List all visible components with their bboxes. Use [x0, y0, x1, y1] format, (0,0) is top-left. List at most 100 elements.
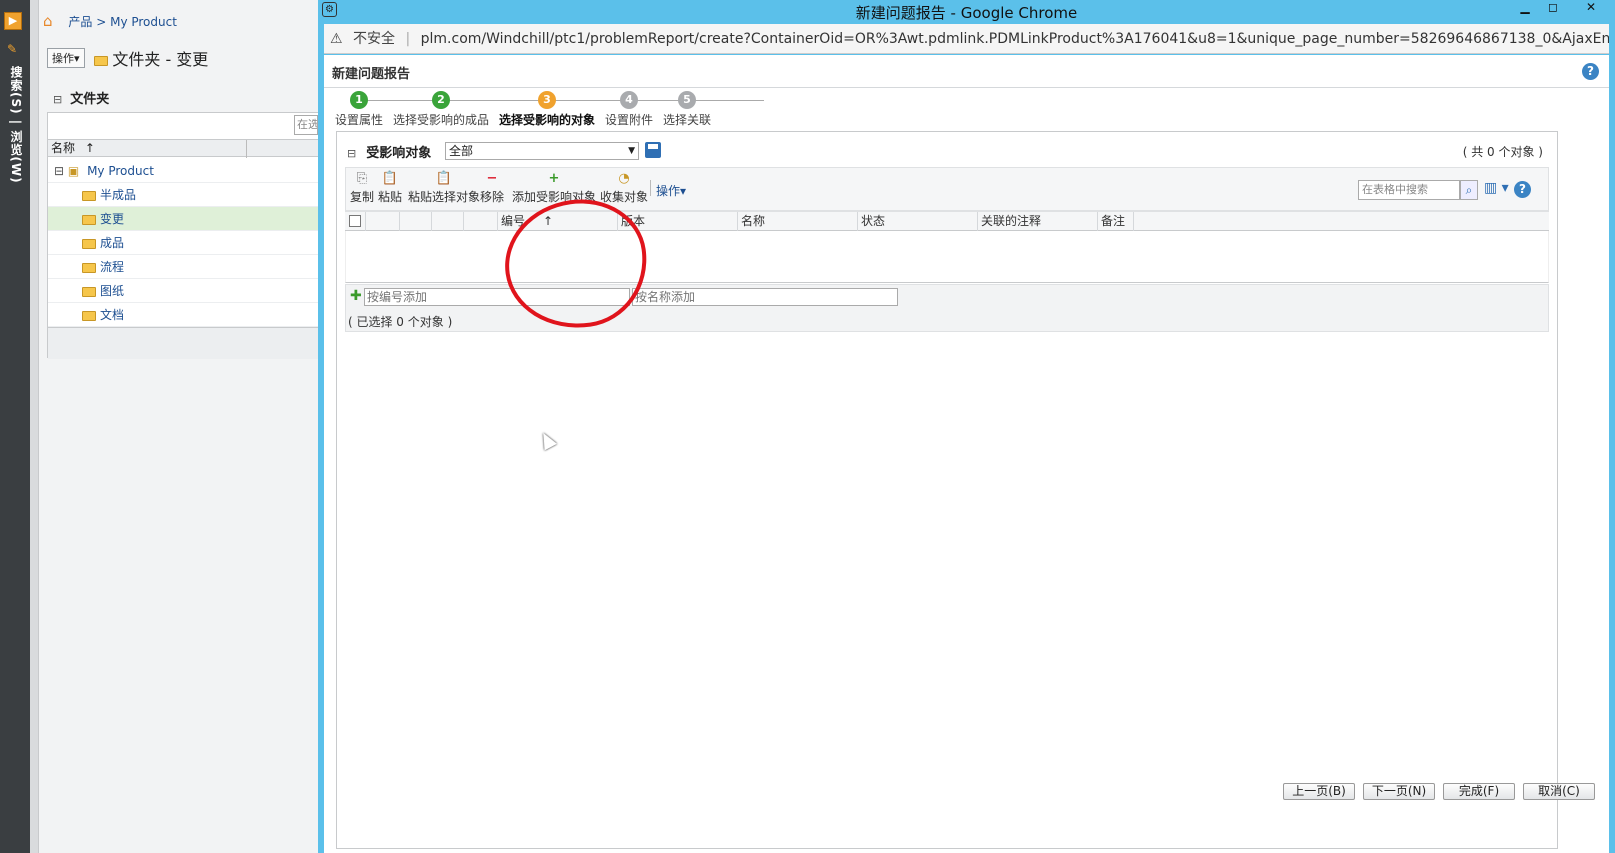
table-help-icon[interactable]: ?: [1514, 181, 1531, 198]
folder-icon: [82, 310, 96, 321]
tree-item-label[interactable]: 文档: [100, 308, 124, 322]
tree-item-label[interactable]: 成品: [100, 236, 124, 250]
rail-divider: [30, 0, 38, 853]
search-icon[interactable]: ⌕: [1460, 180, 1478, 200]
finish-button[interactable]: 完成(F): [1443, 783, 1515, 800]
prev-button[interactable]: 上一页(B): [1283, 783, 1355, 800]
folder-icon: [82, 238, 96, 249]
wizard-steps: 1 设置属性 2 选择受影响的成品 3 选择受影响的对象 4 设置附件 5 选择…: [334, 91, 764, 131]
add-row-icon[interactable]: ✚: [350, 288, 362, 304]
step-3-label[interactable]: 选择受影响的对象: [498, 111, 596, 128]
paste-selected-label: 粘贴选择对象: [408, 190, 481, 204]
breadcrumb-current[interactable]: My Product: [110, 15, 177, 29]
add-by-name-input[interactable]: [632, 288, 898, 306]
tree-item-label[interactable]: 流程: [100, 260, 124, 274]
collapse-toggle-icon[interactable]: ⊟: [347, 147, 356, 160]
folder-icon: [82, 286, 96, 297]
folder-header: 操作▾ 文件夹 - 变更: [47, 46, 319, 72]
next-button[interactable]: 下一页(N): [1363, 783, 1435, 800]
column-header-blank[interactable]: [399, 212, 431, 231]
tree-row[interactable]: 流程: [48, 255, 320, 279]
step-1-badge: 1: [350, 91, 368, 109]
cancel-button[interactable]: 取消(C): [1523, 783, 1595, 800]
tree-row[interactable]: 文档: [48, 303, 320, 327]
view-filter-select[interactable]: 全部 ▼: [445, 142, 639, 160]
minimize-button[interactable]: ▁: [1514, 0, 1536, 16]
page-title: 文件夹 - 变更: [94, 46, 208, 70]
paste-selected-button[interactable]: 📋 粘贴选择对象: [408, 170, 480, 205]
home-icon[interactable]: ⌂: [43, 12, 53, 30]
remove-button[interactable]: − 移除: [480, 170, 504, 205]
url-text[interactable]: plm.com/Windchill/ptc1/problemReport/cre…: [421, 31, 1609, 47]
tree-root-label[interactable]: My Product: [87, 164, 154, 178]
tree-item-label[interactable]: 半成品: [100, 188, 136, 202]
collect-objects-button[interactable]: ◔ 收集对象: [600, 170, 648, 205]
tree-row[interactable]: 图纸: [48, 279, 320, 303]
rail-search-browse-label[interactable]: 搜索(S) | 浏览(W): [5, 66, 25, 184]
add-icon: +: [548, 171, 560, 186]
column-header-name[interactable]: 名称: [737, 212, 857, 231]
warning-icon[interactable]: ⚠: [330, 31, 343, 47]
step-5[interactable]: 5 选择关联: [662, 91, 712, 128]
column-header-blank[interactable]: [431, 212, 463, 231]
folder-icon: [82, 190, 96, 201]
tree-row-root[interactable]: ⊟ ▣ My Product: [48, 159, 320, 183]
step-4[interactable]: 4 设置附件: [604, 91, 654, 128]
tree-row-selected[interactable]: 变更: [48, 207, 320, 231]
step-1[interactable]: 1 设置属性: [334, 91, 384, 128]
expand-icon[interactable]: ▶: [4, 12, 22, 30]
breadcrumb: ⌂ 产品 > My Product: [43, 12, 177, 30]
step-2[interactable]: 2 选择受影响的成品: [392, 91, 490, 128]
step-5-badge: 5: [678, 91, 696, 109]
select-all-checkbox[interactable]: [349, 215, 361, 227]
collapse-toggle-icon[interactable]: ⊟: [53, 93, 62, 106]
step-2-badge: 2: [432, 91, 450, 109]
copy-button[interactable]: ⎘ 复制: [350, 170, 374, 205]
sort-asc-icon: ↑: [84, 141, 95, 155]
step-3-current[interactable]: 3 选择受影响的对象: [498, 91, 596, 128]
save-view-icon[interactable]: [645, 142, 661, 158]
background-page: ⌂ 产品 > My Product 操作▾ 文件夹 - 变更 ⊟ 文件夹 在选 名…: [38, 0, 320, 853]
column-header-remarks[interactable]: 备注: [1097, 212, 1133, 231]
step-5-label[interactable]: 选择关联: [662, 111, 712, 128]
folder-search-input[interactable]: 在选: [294, 115, 318, 135]
close-button[interactable]: ✕: [1574, 0, 1608, 16]
paste-label: 粘贴: [378, 190, 403, 204]
column-menu-icon[interactable]: ▥ ▾: [1484, 180, 1509, 196]
window-title: 新建问题报告 - Google Chrome: [855, 4, 1078, 22]
column-header-blank[interactable]: [365, 212, 399, 231]
folder-table-header[interactable]: 名称 ↑: [48, 139, 320, 158]
step-2-label[interactable]: 选择受影响的成品: [392, 111, 490, 128]
table-search-input[interactable]: 在表格中搜索: [1358, 180, 1460, 200]
affected-objects-header: ⊟ 受影响对象: [347, 142, 431, 161]
copy-label: 复制: [350, 190, 375, 204]
step-1-label[interactable]: 设置属性: [334, 111, 384, 128]
window-titlebar[interactable]: ⚙ 新建问题报告 - Google Chrome ▁ ◻ ✕: [318, 0, 1615, 22]
collect-objects-label: 收集对象: [600, 190, 649, 204]
column-name-header[interactable]: 名称: [51, 141, 75, 155]
column-header-state[interactable]: 状态: [857, 212, 977, 231]
pin-icon[interactable]: ✎: [7, 42, 17, 56]
insecure-label[interactable]: 不安全: [353, 31, 395, 47]
breadcrumb-root[interactable]: 产品: [68, 15, 92, 29]
maximize-button[interactable]: ◻: [1542, 0, 1564, 16]
tree-item-label[interactable]: 变更: [100, 212, 124, 226]
step-4-label[interactable]: 设置附件: [604, 111, 654, 128]
product-icon: ▣: [67, 164, 80, 178]
column-header-blank[interactable]: [463, 212, 497, 231]
paste-button[interactable]: 📋 粘贴: [378, 170, 402, 205]
column-header-related-notes[interactable]: 关联的注释: [977, 212, 1097, 231]
help-icon[interactable]: ?: [1582, 63, 1599, 80]
address-bar[interactable]: ⚠ 不安全 | plm.com/Windchill/ptc1/problemRe…: [324, 24, 1609, 54]
column-divider[interactable]: [246, 140, 247, 158]
copy-icon: ⎘: [356, 171, 368, 186]
toolbar-separator: [650, 180, 651, 196]
tree-row[interactable]: 半成品: [48, 183, 320, 207]
object-count: ( 共 0 个对象 ): [1462, 145, 1543, 159]
tree-collapse-icon[interactable]: ⊟: [54, 164, 64, 178]
remove-icon: −: [486, 171, 498, 186]
folder-actions-button[interactable]: 操作▾: [47, 48, 85, 68]
tree-row[interactable]: 成品: [48, 231, 320, 255]
actions-menu[interactable]: 操作▾: [656, 182, 686, 199]
tree-item-label[interactable]: 图纸: [100, 284, 124, 298]
